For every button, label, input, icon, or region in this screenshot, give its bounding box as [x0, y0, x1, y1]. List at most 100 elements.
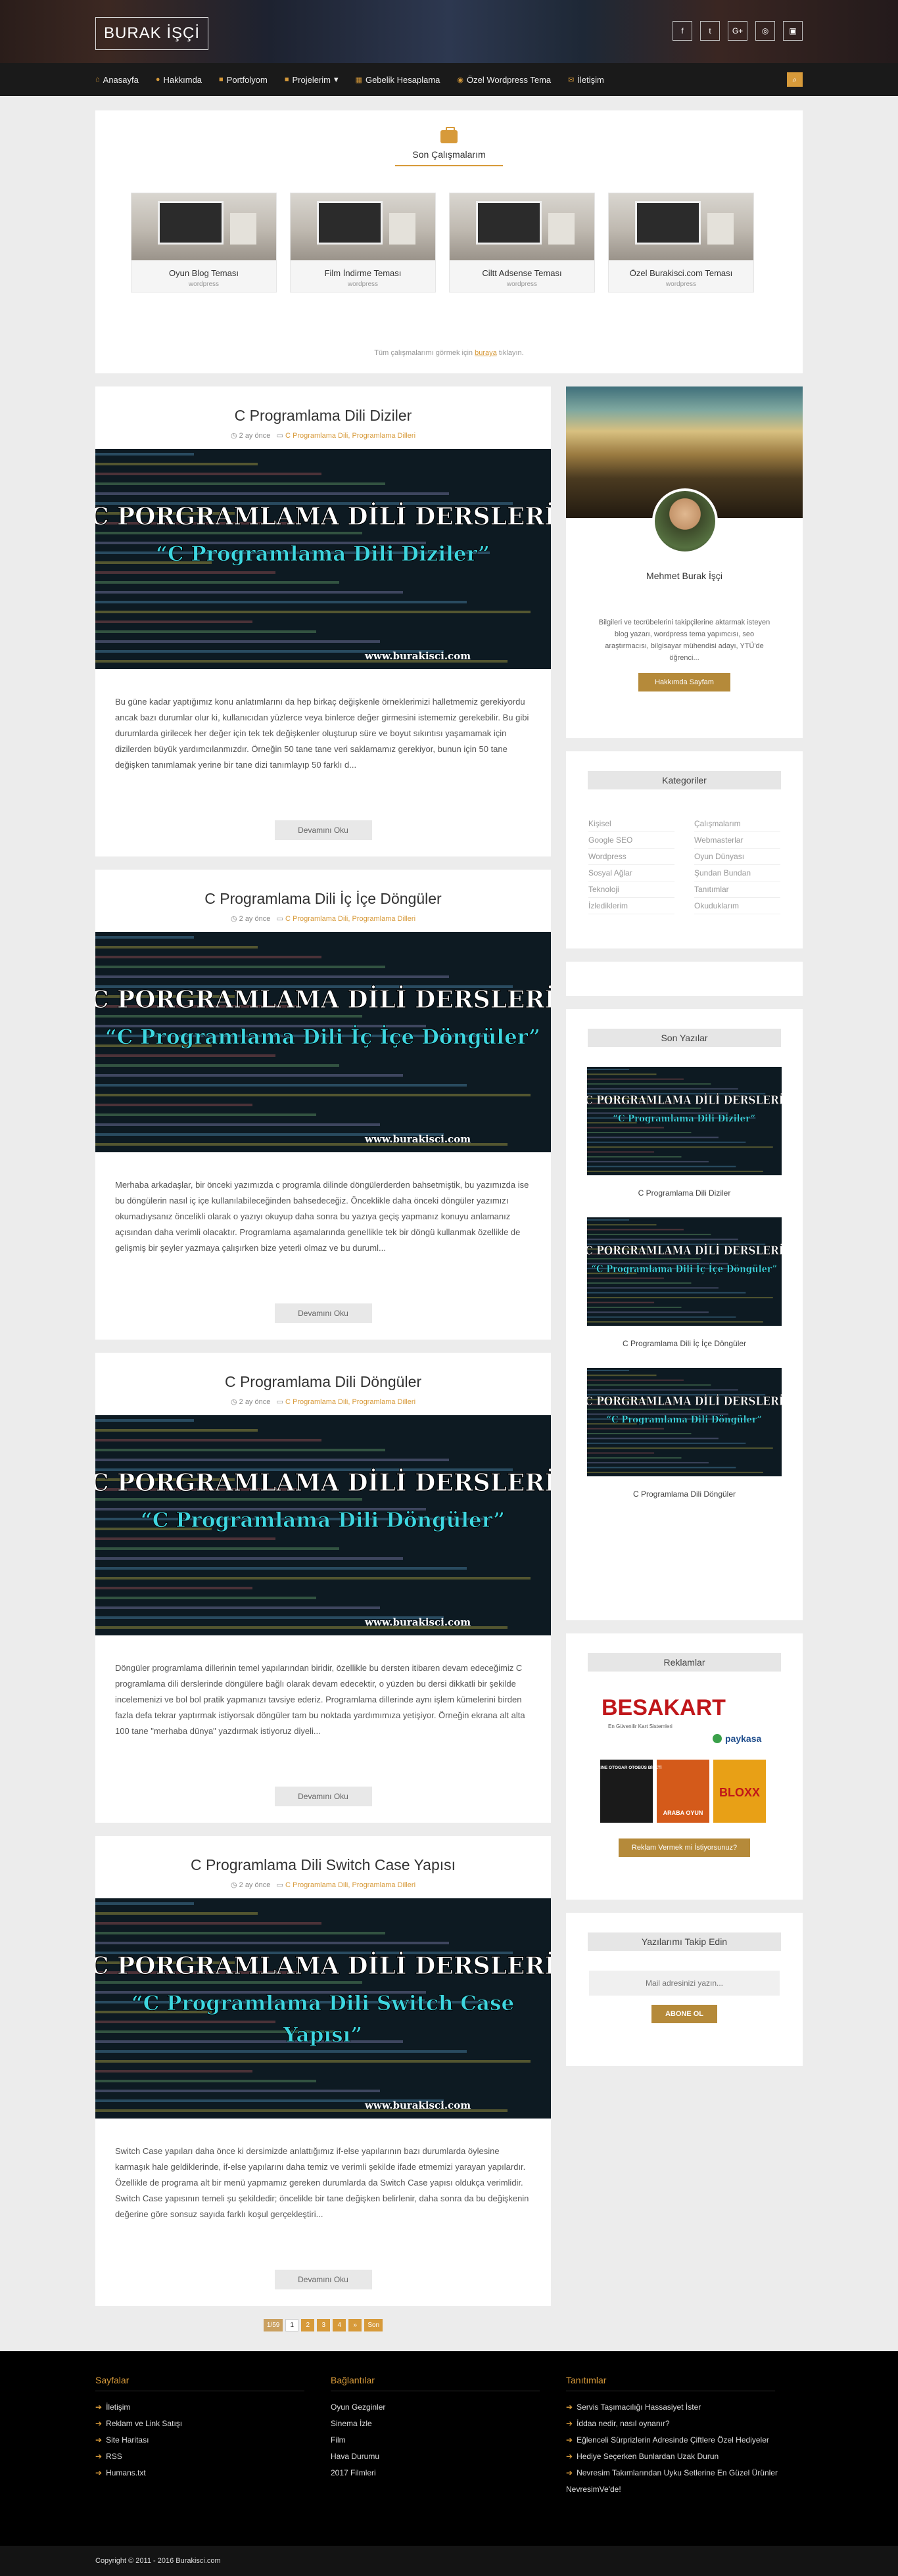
widget-title: Reklamlar — [588, 1653, 781, 1672]
read-more-button[interactable]: Devamını Oku — [274, 2270, 372, 2289]
category-link[interactable]: İzlediklerim — [588, 898, 674, 914]
code-line — [587, 1316, 736, 1318]
work-card[interactable]: Özel Burakisci.com Teması wordpress — [608, 193, 754, 293]
arrow-right-icon: ➔ — [95, 2402, 103, 2412]
page-link[interactable]: 2 — [301, 2319, 315, 2331]
search-icon[interactable]: ⌕ — [787, 72, 803, 87]
work-title: Oyun Blog Teması — [169, 268, 239, 278]
twitter-icon[interactable]: t — [700, 21, 720, 41]
work-card[interactable]: Oyun Blog Teması wordpress — [131, 193, 277, 293]
nav-projects[interactable]: ■ Projelerim ▾ — [285, 74, 339, 85]
footer-link[interactable]: ➔ Reklam ve Link Satışı — [95, 2416, 331, 2432]
post-title[interactable]: C Programlama Dili Döngüler — [95, 1353, 551, 1391]
email-field[interactable] — [589, 1971, 780, 1996]
code-line — [587, 1389, 738, 1391]
footer: Sayfalar ➔ İletişim ➔ Reklam ve Link Satış… — [0, 2351, 898, 2546]
nav-about[interactable]: ● Hakkımda — [156, 75, 202, 85]
footer-link[interactable]: ➔ İletişim — [95, 2399, 331, 2416]
post-title[interactable]: C Programlama Dili Diziler — [95, 386, 551, 425]
code-line — [95, 1537, 275, 1540]
category-link[interactable]: Kişisel — [588, 816, 674, 832]
category-link[interactable]: Wordpress — [588, 849, 674, 865]
image-url: www.burakisci.com — [364, 2099, 471, 2111]
category-link[interactable]: Teknoloji — [588, 881, 674, 898]
category-link[interactable]: Webmasterlar — [694, 832, 780, 849]
category-link[interactable]: Oyun Dünyası — [694, 849, 780, 865]
recent-post[interactable]: C PORGRAMLAMA DİLİ DERSLERİ “C Programlam… — [566, 1217, 803, 1348]
post-image[interactable]: C PORGRAMLAMA DİLİ DERSLERİ “C Programlam… — [95, 932, 551, 1152]
post-image[interactable]: C PORGRAMLAMA DİLİ DERSLERİ “C Programlam… — [95, 1415, 551, 1635]
footer-link[interactable]: ➔ Hediye Seçerken Bunlardan Uzak Durun — [566, 2448, 801, 2465]
code-line — [95, 1597, 316, 1599]
post-image[interactable]: C PORGRAMLAMA DİLİ DERSLERİ “C Programlam… — [95, 449, 551, 669]
note-prefix: Tüm çalışmalarımı görmek için — [374, 349, 473, 357]
read-more-button[interactable]: Devamını Oku — [274, 1787, 372, 1806]
last-page-link[interactable]: Son — [364, 2319, 383, 2331]
all-works-link[interactable]: buraya — [475, 349, 497, 357]
footer-link[interactable]: ➔ RSS — [95, 2448, 331, 2465]
nav-contact[interactable]: ✉ İletişim — [568, 75, 604, 85]
site-logo[interactable]: BURAK İŞÇİ — [95, 17, 209, 50]
nav-pregnancy-calc[interactable]: ▦ Gebelik Hesaplama — [356, 75, 440, 85]
category-link[interactable]: Şundan Bundan — [694, 865, 780, 881]
youtube-icon[interactable]: ▣ — [783, 21, 803, 41]
page-link[interactable]: 3 — [317, 2319, 331, 2331]
google-plus-icon[interactable]: G+ — [728, 21, 747, 41]
read-more-button[interactable]: Devamını Oku — [274, 820, 372, 840]
recent-post[interactable]: C PORGRAMLAMA DİLİ DERSLERİ “C Programlam… — [566, 1368, 803, 1499]
nav-wordpress-theme[interactable]: ◉ Özel Wordpress Tema — [457, 75, 551, 85]
code-line — [587, 1132, 692, 1133]
recent-post-thumbnail: C PORGRAMLAMA DİLİ DERSLERİ “C Programlam… — [587, 1368, 782, 1476]
code-line — [95, 611, 531, 613]
read-more-button[interactable]: Devamını Oku — [274, 1303, 372, 1323]
code-line — [95, 1981, 362, 1984]
post-image[interactable]: C PORGRAMLAMA DİLİ DERSLERİ “C Programlam… — [95, 1898, 551, 2119]
post-categories[interactable]: C Programlama Dili, Programlama Dilleri — [285, 1398, 415, 1406]
code-line — [95, 1902, 194, 1905]
code-line — [95, 1074, 403, 1077]
category-link[interactable]: Okuduklarım — [694, 898, 780, 914]
nav-home[interactable]: ⌂ Anasayfa — [95, 75, 139, 85]
footer-link[interactable]: ➔ Site Haritası — [95, 2432, 331, 2448]
nav-portfolio[interactable]: ■ Portfolyom — [219, 75, 268, 85]
category-link[interactable]: Tanıtımlar — [694, 881, 780, 898]
footer-link[interactable]: Sinema İzle — [331, 2416, 566, 2432]
page-link-current[interactable]: 1 — [285, 2319, 299, 2331]
code-line — [95, 630, 316, 633]
footer-link[interactable]: Film — [331, 2432, 566, 2448]
work-card[interactable]: Film İndirme Teması wordpress — [290, 193, 436, 293]
category-link[interactable]: Çalışmalarım — [694, 816, 780, 832]
about-page-button[interactable]: Hakkımda Sayfam — [638, 673, 730, 691]
work-title: Ciltt Adsense Teması — [482, 268, 562, 278]
code-line — [95, 473, 321, 475]
post-title[interactable]: C Programlama Dili İç İçe Döngüler — [95, 870, 551, 908]
post-title[interactable]: C Programlama Dili Switch Case Yapısı — [95, 1836, 551, 1874]
footer-link[interactable]: Oyun Gezginler — [331, 2399, 566, 2416]
page-link[interactable]: 4 — [333, 2319, 346, 2331]
next-page-link[interactable]: » — [348, 2319, 362, 2331]
post-categories[interactable]: C Programlama Dili, Programlama Dilleri — [285, 915, 415, 923]
code-line — [587, 1141, 746, 1143]
recent-post-thumbnail: C PORGRAMLAMA DİLİ DERSLERİ “C Programlam… — [587, 1217, 782, 1326]
subscribe-button[interactable]: ABONE OL — [651, 2005, 717, 2023]
footer-link[interactable]: 2017 Filmleri — [331, 2465, 566, 2481]
post-categories[interactable]: C Programlama Dili, Programlama Dilleri — [285, 1881, 415, 1889]
post-categories[interactable]: C Programlama Dili, Programlama Dilleri — [285, 432, 415, 440]
footer-link[interactable]: ➔ Nevresim Takımlarından Uyku Setlerine E… — [566, 2465, 801, 2498]
footer-heading: Tanıtımlar — [566, 2375, 775, 2391]
footer-link[interactable]: ➔ İddaa nedir, nasıl oynanır? — [566, 2416, 801, 2432]
ad-banner[interactable]: BESAKART En Güvenilir Kart Sistemleri pa… — [599, 1691, 770, 1829]
footer-link[interactable]: ➔ Eğlenceli Sürprizlerin Adresinde Çiftle… — [566, 2432, 801, 2448]
code-line — [587, 1068, 630, 1070]
work-card[interactable]: Ciltt Adsense Teması wordpress — [449, 193, 595, 293]
facebook-icon[interactable]: f — [673, 21, 692, 41]
footer-link[interactable]: Hava Durumu — [331, 2448, 566, 2465]
code-line — [587, 1277, 665, 1279]
instagram-icon[interactable]: ◎ — [755, 21, 775, 41]
category-link[interactable]: Sosyal Ağlar — [588, 865, 674, 881]
footer-link[interactable]: ➔ Servis Taşımacılığı Hassasiyet İster — [566, 2399, 801, 2416]
advertise-button[interactable]: Reklam Vermek mi İstiyorsunuz? — [619, 1838, 750, 1857]
category-link[interactable]: Google SEO — [588, 832, 674, 849]
recent-post[interactable]: C PORGRAMLAMA DİLİ DERSLERİ “C Programlam… — [566, 1067, 803, 1198]
footer-link[interactable]: ➔ Humans.txt — [95, 2465, 331, 2481]
